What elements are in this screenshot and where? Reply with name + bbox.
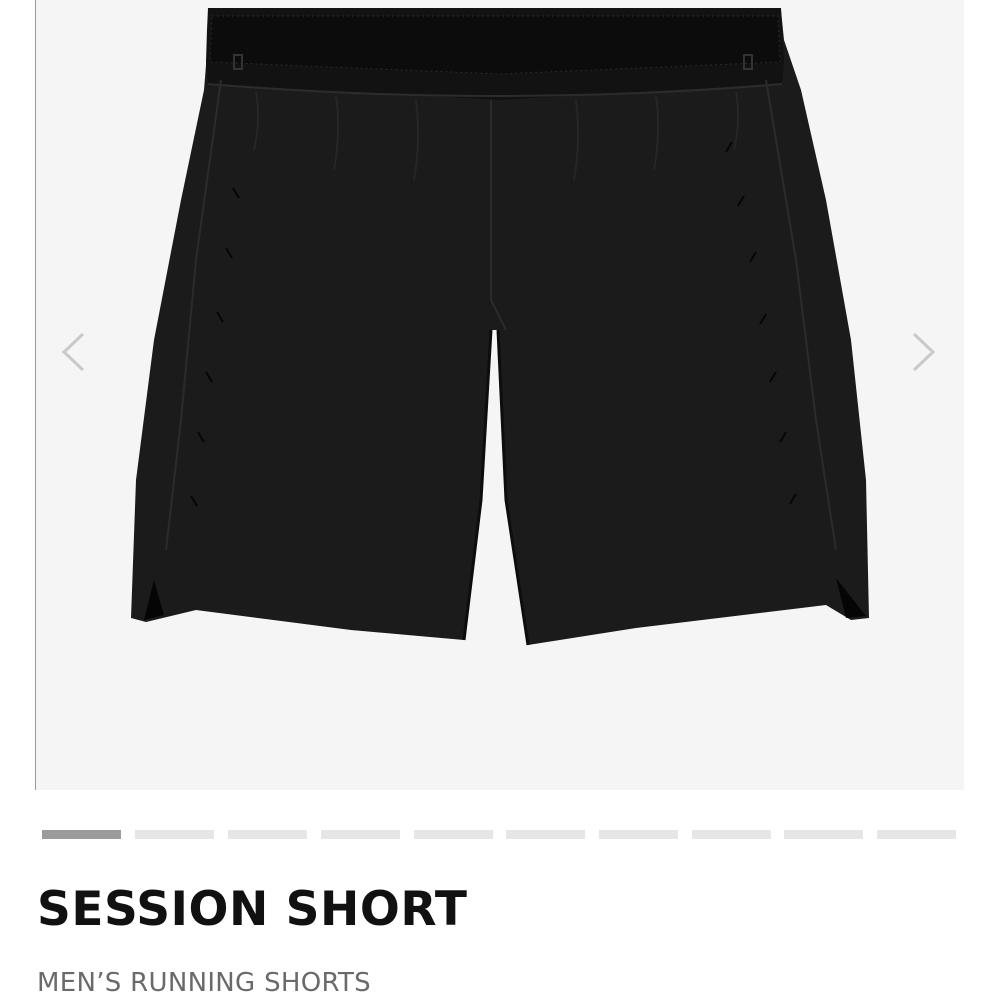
pagination-dot-7[interactable] — [599, 830, 678, 839]
pagination-dot-8[interactable] — [692, 830, 771, 839]
image-pagination — [42, 830, 956, 839]
pagination-dot-9[interactable] — [784, 830, 863, 839]
previous-image-button[interactable] — [55, 330, 95, 374]
product-title: SESSION SHORT — [37, 882, 468, 937]
pagination-dot-5[interactable] — [414, 830, 493, 839]
product-category: MEN’S RUNNING SHORTS — [37, 968, 371, 998]
product-image-gallery — [0, 0, 997, 792]
pagination-dot-3[interactable] — [228, 830, 307, 839]
chevron-right-icon — [912, 332, 936, 372]
pagination-dot-2[interactable] — [135, 830, 214, 839]
next-image-button[interactable] — [902, 330, 942, 374]
product-image — [131, 8, 869, 646]
product-image-frame — [35, 0, 964, 790]
pagination-dot-1[interactable] — [42, 830, 121, 839]
pagination-dot-6[interactable] — [506, 830, 585, 839]
pagination-dot-4[interactable] — [321, 830, 400, 839]
pagination-dot-10[interactable] — [877, 830, 956, 839]
chevron-left-icon — [61, 332, 85, 372]
